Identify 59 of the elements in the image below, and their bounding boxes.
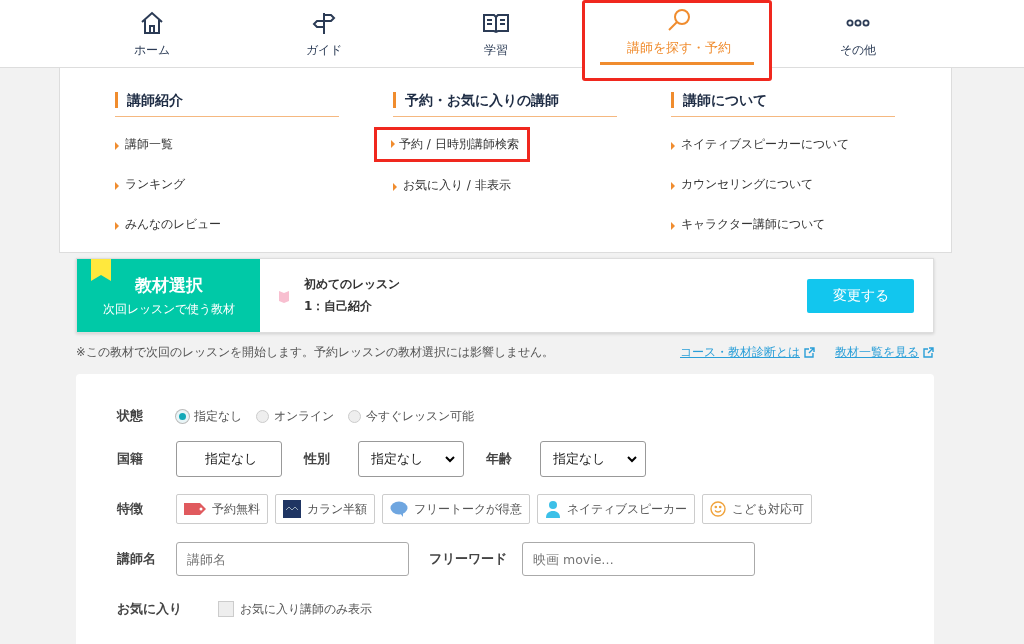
feature-chip[interactable]: こども対応可 (702, 494, 812, 524)
speech-bubble-icon (390, 501, 408, 517)
lesson-name: 1：自己紹介 (304, 298, 374, 315)
search-icon (666, 7, 692, 33)
select-field[interactable]: 指定なし (540, 441, 646, 477)
checkbox-label: お気に入り講師のみ表示 (240, 601, 372, 617)
feature-chip[interactable]: ネイティブスピーカー (537, 494, 695, 524)
signpost-icon (311, 10, 337, 36)
home-icon (139, 10, 165, 36)
person-icon (545, 500, 561, 518)
radio-button[interactable] (348, 409, 361, 423)
feature-chip[interactable]: カラン半額 (275, 494, 375, 524)
teacher-name-field[interactable]: 講師名 (176, 542, 409, 576)
checkbox[interactable] (218, 601, 234, 617)
material-title: 教材選択 (134, 273, 203, 297)
menu-heading: 講師紹介 (115, 92, 183, 108)
menu-link[interactable]: キャラクター講師について (671, 203, 825, 237)
menu-link[interactable]: ランキング (115, 163, 185, 197)
field-label: お気に入り (117, 600, 183, 618)
menu-heading: 予約・お気に入りの講師 (393, 92, 559, 108)
menu-link[interactable]: カウンセリングについて (671, 163, 813, 197)
bookmark-icon (91, 259, 111, 281)
field-label: 年齢 (486, 450, 512, 468)
feature-chip[interactable]: 予約無料 (176, 494, 268, 524)
free-word-field[interactable]: 映画 movie… (522, 542, 755, 576)
radio-option[interactable]: 指定なし (176, 408, 242, 424)
field-label: 国籍 (117, 450, 144, 468)
field-label: フリーワード (429, 550, 507, 568)
external-link-icon (923, 346, 934, 358)
field-label: 講師名 (117, 550, 157, 568)
menu-link[interactable]: 講師一覧 (115, 123, 173, 157)
smiley-icon (710, 501, 726, 517)
caret-icon (445, 455, 455, 463)
external-link-icon (804, 346, 815, 358)
tag-icon (184, 503, 206, 515)
select-field[interactable]: 指定なし (358, 441, 464, 477)
menu-link[interactable]: お気に入り / 非表示 (393, 164, 511, 198)
material-subtitle: 次回レッスンで使う教材 (102, 300, 235, 318)
nationality-button[interactable]: 指定なし (176, 441, 282, 477)
logo-icon (283, 500, 301, 518)
field-label: 性別 (304, 450, 330, 468)
caret-icon (627, 455, 637, 463)
nav-tab[interactable]: ホーム (66, 0, 238, 67)
field-label: 特徴 (117, 500, 144, 518)
menu-link[interactable]: ネイティブスピーカーについて (671, 123, 849, 157)
radio-option[interactable]: オンライン (256, 408, 334, 424)
note-text: ※この教材で次回のレッスンを開始します。予約レッスンの教材選択には影響しません。 (76, 344, 555, 360)
menu-link[interactable]: みんなのレビュー (115, 203, 221, 237)
radio-option[interactable]: 今すぐレッスン可能 (348, 408, 474, 424)
nav-tab[interactable]: ガイド (238, 0, 410, 67)
course-name: 初めてのレッスン (304, 276, 401, 293)
radio-button[interactable] (256, 409, 269, 423)
feature-chip[interactable]: フリートークが得意 (382, 494, 530, 524)
nav-tab[interactable]: 学習 (410, 0, 582, 67)
menu-link[interactable]: 予約 / 日時別講師検索 (377, 130, 527, 159)
nav-tab[interactable]: その他 (772, 0, 944, 67)
book-icon (278, 288, 290, 303)
field-label: 状態 (117, 407, 144, 425)
menu-heading: 講師について (671, 92, 767, 108)
